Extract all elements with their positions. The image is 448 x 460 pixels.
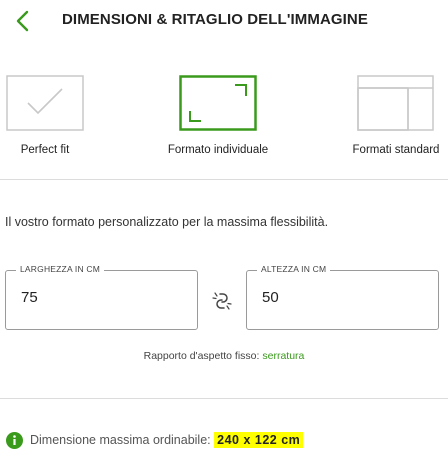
width-field[interactable]: LARGHEZZA IN CM	[5, 264, 198, 330]
page-title: DIMENSIONI & RITAGLIO DELL'IMMAGINE	[62, 11, 368, 28]
info-icon	[6, 432, 23, 449]
back-button[interactable]	[12, 8, 34, 34]
option-formati-standard[interactable]: Formati standard	[348, 70, 444, 170]
divider	[0, 398, 448, 399]
option-formato-individuale[interactable]: Formato individuale	[163, 70, 273, 170]
option-label: Formati standard	[352, 144, 440, 156]
stacked-frames-icon	[357, 75, 434, 131]
aspect-lock-link[interactable]: serratura	[262, 350, 304, 362]
width-input[interactable]	[21, 289, 171, 306]
aspect-ratio-label: Rapporto d'aspetto fisso:	[143, 350, 260, 362]
width-field-label: LARGHEZZA IN CM	[16, 264, 104, 274]
max-size-label: Dimensione massima ordinabile:	[30, 433, 211, 447]
crop-options: Perfect fit Formato individuale Formati …	[0, 70, 448, 170]
chevron-left-icon[interactable]	[12, 8, 34, 34]
height-field[interactable]: ALTEZZA IN CM	[246, 264, 439, 330]
description-text: Il vostro formato personalizzato per la …	[5, 215, 329, 229]
aspect-ratio-row: Rapporto d'aspetto fisso: serratura	[0, 350, 448, 362]
max-size-value: 240 x 122 cm	[214, 432, 304, 448]
option-label: Perfect fit	[20, 144, 70, 156]
chain-link-icon[interactable]	[211, 290, 233, 312]
header: DIMENSIONI & RITAGLIO DELL'IMMAGINE	[0, 0, 448, 44]
option-label: Formato individuale	[167, 144, 269, 156]
checkmark-frame-icon	[6, 75, 84, 131]
height-field-label: ALTEZZA IN CM	[257, 264, 331, 274]
option-perfect-fit[interactable]: Perfect fit	[0, 70, 90, 170]
divider	[0, 179, 448, 180]
crop-corners-icon	[179, 75, 257, 131]
height-input[interactable]	[262, 289, 412, 306]
